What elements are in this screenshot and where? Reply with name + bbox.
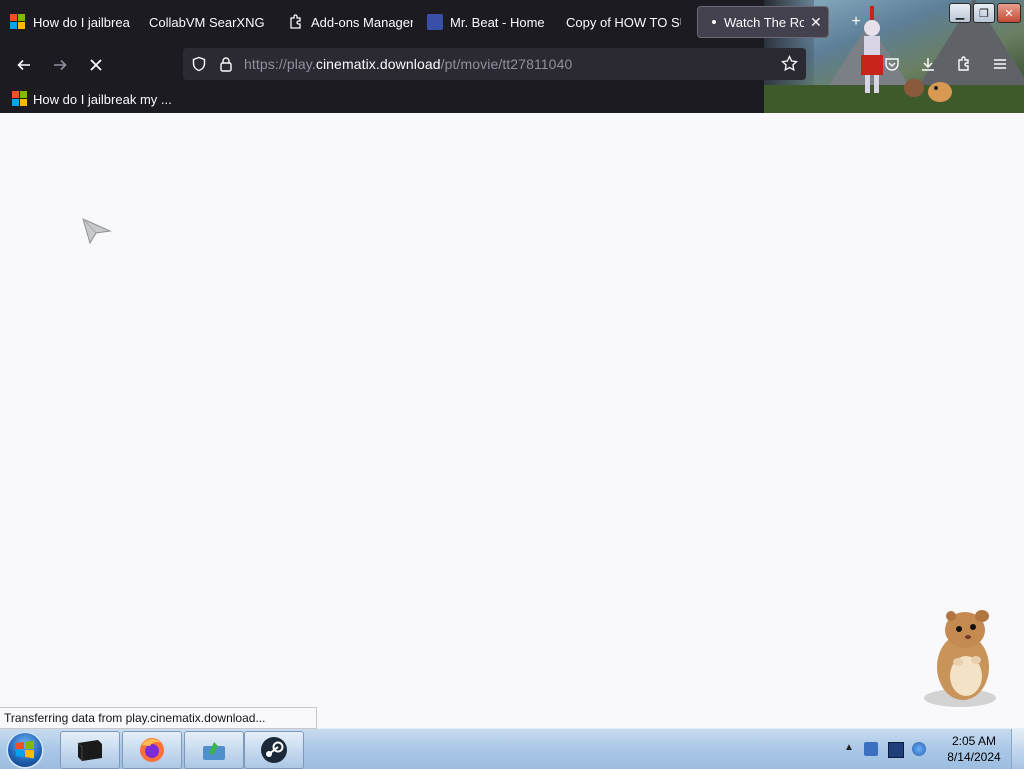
bookmark-jailbreak[interactable]: How do I jailbreak my ... — [12, 91, 172, 107]
address-bar[interactable]: https://play.cinematix.download/pt/movie… — [183, 48, 806, 80]
loading-dot-icon — [712, 20, 716, 24]
back-arrow-icon — [17, 59, 30, 71]
clock-date: 8/14/2024 — [947, 750, 1001, 764]
tab-watch-active[interactable]: Watch The Ro ✕ — [697, 6, 829, 38]
mouse-cursor-icon — [82, 218, 112, 249]
start-button[interactable] — [6, 731, 44, 769]
bookmark-label: How do I jailbreak my ... — [33, 91, 172, 107]
stop-loading-button[interactable] — [82, 51, 110, 79]
tray-app-icon[interactable] — [864, 742, 878, 756]
tracking-shield-icon[interactable] — [191, 56, 207, 77]
tab-mr-beat[interactable]: Mr. Beat - Home — [427, 6, 547, 38]
microsoft-logo-icon — [10, 14, 26, 30]
new-tab-icon[interactable]: + — [844, 10, 868, 34]
window-controls: ▁ ❐ ✕ — [949, 3, 1021, 23]
tab-label: Add-ons Manager — [311, 14, 413, 30]
extensions-icon[interactable] — [952, 52, 976, 76]
status-bar: Transferring data from play.cinematix.do… — [0, 707, 317, 729]
tab-copy-of[interactable]: Copy of HOW TO SU — [566, 6, 681, 38]
steam-icon — [261, 737, 287, 763]
close-window-button[interactable]: ✕ — [997, 3, 1021, 23]
firefox-icon — [140, 738, 164, 762]
forward-arrow-icon — [54, 59, 67, 71]
minimize-button[interactable]: ▁ — [949, 3, 971, 23]
terminal-icon — [77, 740, 102, 761]
network-globe-icon[interactable] — [912, 742, 926, 756]
tab-label: CollabVM SearXNG — [149, 14, 265, 30]
taskbar-steam-button[interactable] — [244, 731, 304, 769]
navigation-toolbar: https://play.cinematix.download/pt/movie… — [0, 44, 1024, 86]
show-hidden-icons-icon[interactable]: ▲ — [844, 742, 858, 756]
lock-icon[interactable] — [219, 56, 233, 77]
url-text[interactable]: https://play.cinematix.download/pt/movie… — [244, 56, 572, 72]
puzzle-icon — [288, 14, 304, 30]
taskbar: ▲ 2:05 AM 8/14/2024 — [0, 728, 1024, 769]
back-button[interactable] — [10, 51, 38, 79]
tab-searxng[interactable]: CollabVM SearXNG — [149, 6, 269, 38]
tab-label: How do I jailbreak — [33, 14, 130, 30]
taskbar-firefox-button[interactable] — [122, 731, 182, 769]
taskbar-terminal-button[interactable] — [60, 731, 120, 769]
desktop-hamster-pet[interactable] — [918, 602, 1008, 717]
page-content-area — [0, 113, 1024, 728]
taskbar-clock[interactable]: 2:05 AM 8/14/2024 — [944, 733, 1004, 765]
browser-chrome: How do I jailbreak CollabVM SearXNG Add-… — [0, 0, 1024, 113]
tab-strip: How do I jailbreak CollabVM SearXNG Add-… — [0, 0, 840, 44]
forward-button[interactable] — [46, 51, 74, 79]
stop-x-icon — [90, 59, 102, 71]
bookmarks-toolbar: How do I jailbreak my ... — [0, 86, 820, 112]
pocket-icon[interactable] — [880, 52, 904, 76]
clock-time: 2:05 AM — [951, 734, 997, 748]
app-icon — [203, 742, 225, 760]
taskbar-app-button[interactable] — [184, 731, 244, 769]
hamburger-menu-icon[interactable] — [988, 52, 1012, 76]
restore-button[interactable]: ❐ — [973, 3, 995, 23]
site-favicon-icon — [427, 14, 443, 30]
network-monitor-icon[interactable] — [888, 742, 904, 758]
url-host: cinematix.download — [315, 56, 441, 72]
url-path: /pt/movie/tt27811040 — [440, 56, 573, 72]
downloads-icon[interactable] — [916, 52, 940, 76]
tab-label: Watch The Ro — [724, 14, 804, 30]
url-prefix: https://play. — [244, 56, 316, 72]
windows-logo-icon — [16, 740, 34, 759]
tab-label: Mr. Beat - Home — [450, 14, 545, 30]
tab-addons-manager[interactable]: Add-ons Manager — [288, 6, 413, 38]
microsoft-logo-icon — [12, 91, 28, 107]
close-tab-icon[interactable]: ✕ — [810, 14, 822, 31]
show-desktop-button[interactable] — [1011, 729, 1024, 769]
tab-jailbreak[interactable]: How do I jailbreak — [10, 6, 130, 38]
bookmark-star-icon[interactable] — [781, 54, 798, 77]
tab-label: Copy of HOW TO SU — [566, 14, 681, 30]
